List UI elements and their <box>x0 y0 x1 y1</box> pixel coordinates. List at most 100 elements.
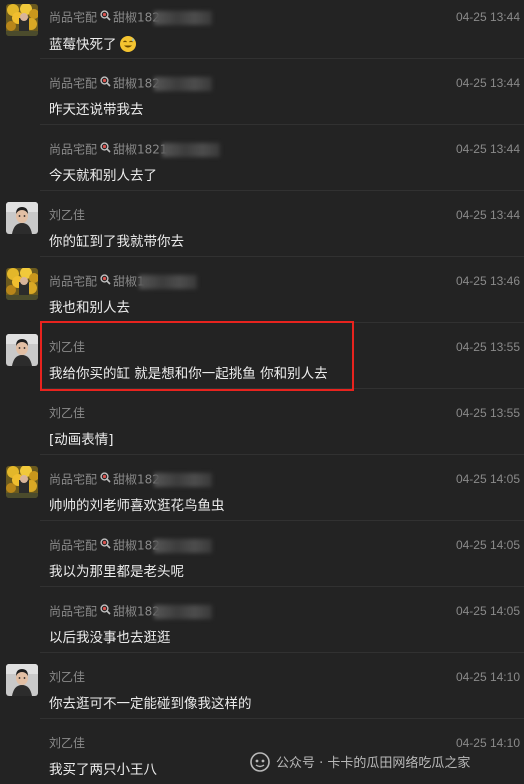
sender-name[interactable]: 刘乙佳 <box>49 404 85 422</box>
sender-label: 刘乙佳 <box>49 208 86 222</box>
message-timestamp: 04-25 14:05 <box>455 538 520 552</box>
message-row[interactable]: 尚品宅配 甜椒182 04-25 13:44 蓝莓快死了 <box>0 0 524 58</box>
watermark-text: 公众号 · 卡卡的瓜田网络吃瓜之家 <box>276 756 471 771</box>
sender-name[interactable]: 尚品宅配 甜椒1821 <box>49 140 220 158</box>
message-timestamp: 04-25 14:05 <box>455 472 520 486</box>
message-text[interactable]: 昨天还说带我去 <box>49 101 144 119</box>
search-icon <box>100 74 111 92</box>
message-body: 我也和别人去 <box>49 300 130 316</box>
message-divider <box>40 124 524 125</box>
sender-name[interactable]: 刘乙佳 <box>49 206 85 224</box>
message-body: 你去逛可不一定能碰到像我这样的 <box>49 696 252 712</box>
message-timestamp: 04-25 14:10 <box>455 736 520 750</box>
sender-label: 刘乙佳 <box>49 670 86 684</box>
message-text[interactable]: 今天就和别人去了 <box>49 167 157 185</box>
search-icon <box>100 8 111 26</box>
message-row[interactable]: 刘乙佳 04-25 13:55 [动画表情] <box>0 388 524 454</box>
message-row[interactable]: 刘乙佳 04-25 13:44 你的缸到了我就带你去 <box>0 190 524 256</box>
avatar-shop[interactable] <box>6 466 38 498</box>
search-icon <box>100 140 111 158</box>
sender-suffix: 甜椒182 <box>113 10 160 25</box>
message-divider <box>40 388 524 389</box>
message-body: 你的缸到了我就带你去 <box>49 234 184 250</box>
redaction-blur <box>161 143 220 157</box>
search-icon <box>100 602 111 620</box>
sender-name[interactable]: 尚品宅配 甜椒182 <box>49 470 212 488</box>
message-text[interactable]: 我也和别人去 <box>49 299 130 317</box>
redaction-blur <box>153 11 212 25</box>
message-row[interactable]: 尚品宅配 甜椒1 04-25 13:46 我也和别人去 <box>0 256 524 322</box>
message-body: 以后我没事也去逛逛 <box>49 630 171 646</box>
sender-label: 尚品宅配 <box>49 538 98 553</box>
avatar-shop[interactable] <box>6 4 38 36</box>
redaction-blur <box>138 275 197 289</box>
message-row[interactable]: 尚品宅配 甜椒182 04-25 14:05 以后我没事也去逛逛 <box>0 586 524 652</box>
message-row[interactable]: 尚品宅配 甜椒1821 04-25 13:44 今天就和别人去了 <box>0 124 524 190</box>
avatar-person[interactable] <box>6 202 38 234</box>
message-divider <box>40 256 524 257</box>
sender-suffix: 甜椒182 <box>113 76 160 91</box>
message-body: [动画表情] <box>49 432 114 448</box>
avatar-person[interactable] <box>6 334 38 366</box>
message-text[interactable]: 我给你买的缸 就是想和你一起挑鱼 你和别人去 <box>49 365 328 383</box>
message-text[interactable]: 你去逛可不一定能碰到像我这样的 <box>49 695 252 713</box>
message-timestamp: 04-25 13:44 <box>455 142 520 156</box>
search-icon <box>100 272 111 290</box>
message-body: 今天就和别人去了 <box>49 168 157 184</box>
message-text[interactable]: 以后我没事也去逛逛 <box>49 629 171 647</box>
message-divider <box>40 652 524 653</box>
sender-name[interactable]: 尚品宅配 甜椒182 <box>49 602 212 620</box>
sender-label: 刘乙佳 <box>49 736 86 750</box>
sender-name[interactable]: 尚品宅配 甜椒1 <box>49 272 197 290</box>
message-timestamp: 04-25 13:44 <box>455 208 520 222</box>
message-text[interactable]: 我以为那里都是老头呢 <box>49 563 184 581</box>
watermark: 公众号 · 卡卡的瓜田网络吃瓜之家 <box>250 752 470 774</box>
message-row[interactable]: 尚品宅配 甜椒182 04-25 14:05 我以为那里都是老头呢 <box>0 520 524 586</box>
message-timestamp: 04-25 13:46 <box>455 274 520 288</box>
message-row[interactable]: 尚品宅配 甜椒182 04-25 14:05 帅帅的刘老师喜欢逛花鸟鱼虫 <box>0 454 524 520</box>
message-timestamp: 04-25 14:10 <box>455 670 520 684</box>
message-divider <box>40 58 524 59</box>
message-divider <box>40 718 524 719</box>
sender-label: 尚品宅配 <box>49 604 98 619</box>
sender-label: 尚品宅配 <box>49 76 98 91</box>
sender-name[interactable]: 尚品宅配 甜椒182 <box>49 74 212 92</box>
message-divider <box>40 454 524 455</box>
sender-suffix: 甜椒1821 <box>113 142 168 157</box>
message-row[interactable]: 刘乙佳 04-25 13:55 我给你买的缸 就是想和你一起挑鱼 你和别人去 <box>0 322 524 388</box>
sender-name[interactable]: 刘乙佳 <box>49 734 85 752</box>
redaction-blur <box>153 473 212 487</box>
message-body: 蓝莓快死了 <box>49 37 117 53</box>
message-body: 昨天还说带我去 <box>49 102 144 118</box>
chat-history: 尚品宅配 甜椒182 04-25 13:44 蓝莓快死了 尚品宅配 甜椒182 04-25 … <box>0 0 524 784</box>
message-divider <box>40 190 524 191</box>
message-text[interactable]: 帅帅的刘老师喜欢逛花鸟鱼虫 <box>49 497 225 515</box>
message-text[interactable]: 我买了两只小王八 <box>49 761 157 779</box>
avatar-person[interactable] <box>6 664 38 696</box>
avatar-shop[interactable] <box>6 268 38 300</box>
message-timestamp: 04-25 13:55 <box>455 406 520 420</box>
redaction-blur <box>153 539 212 553</box>
message-timestamp: 04-25 14:05 <box>455 604 520 618</box>
search-icon <box>100 470 111 488</box>
message-body: 我给你买的缸 就是想和你一起挑鱼 你和别人去 <box>49 366 328 382</box>
sender-label: 刘乙佳 <box>49 406 86 420</box>
sender-name[interactable]: 尚品宅配 甜椒182 <box>49 8 212 26</box>
message-body: 我以为那里都是老头呢 <box>49 564 184 580</box>
message-body: 我买了两只小王八 <box>49 762 157 778</box>
redaction-blur <box>153 605 212 619</box>
message-body: 帅帅的刘老师喜欢逛花鸟鱼虫 <box>49 498 225 514</box>
message-timestamp: 04-25 13:55 <box>455 340 520 354</box>
sender-name[interactable]: 尚品宅配 甜椒182 <box>49 536 212 554</box>
message-timestamp: 04-25 13:44 <box>455 10 520 24</box>
message-text[interactable]: 蓝莓快死了 <box>49 35 137 54</box>
message-row[interactable]: 尚品宅配 甜椒182 04-25 13:44 昨天还说带我去 <box>0 58 524 124</box>
message-row[interactable]: 刘乙佳 04-25 14:10 你去逛可不一定能碰到像我这样的 <box>0 652 524 718</box>
message-text[interactable]: [动画表情] <box>49 431 114 449</box>
sender-name[interactable]: 刘乙佳 <box>49 668 85 686</box>
sender-suffix: 甜椒182 <box>113 472 160 487</box>
redaction-blur <box>153 77 212 91</box>
message-timestamp: 04-25 13:44 <box>455 76 520 90</box>
message-text[interactable]: 你的缸到了我就带你去 <box>49 233 184 251</box>
sender-name[interactable]: 刘乙佳 <box>49 338 85 356</box>
